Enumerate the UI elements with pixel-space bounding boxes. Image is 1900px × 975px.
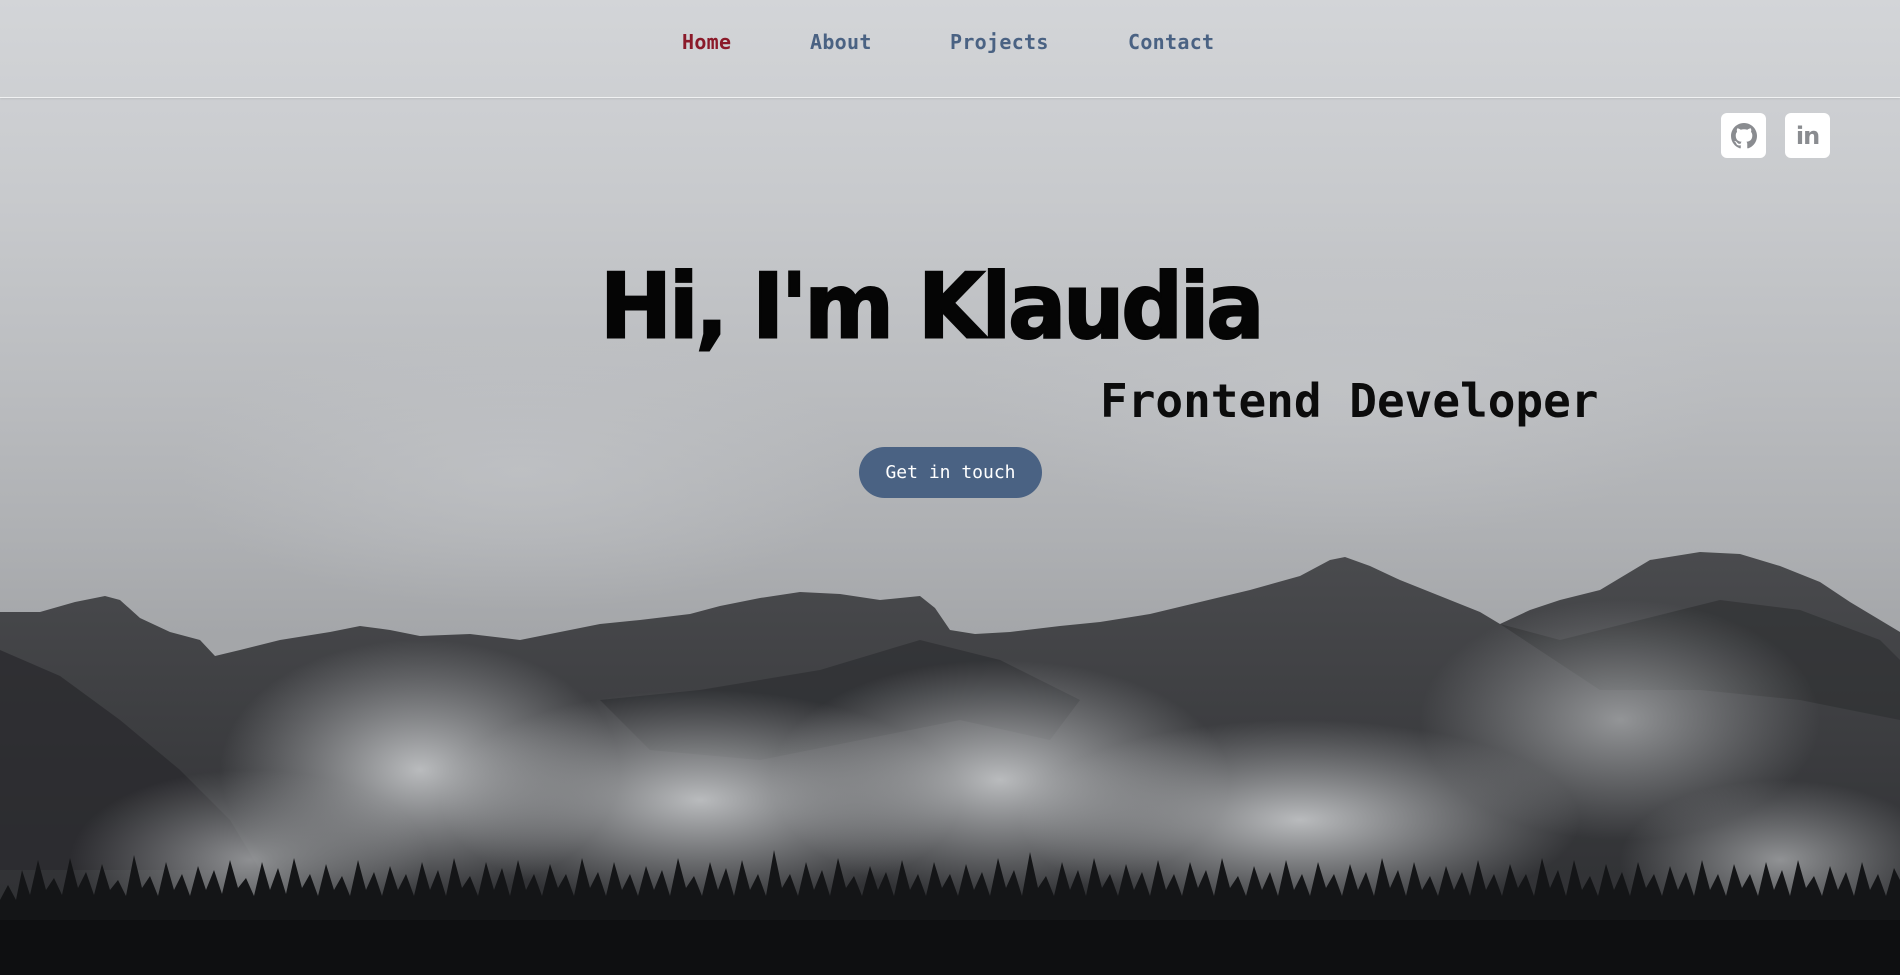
nav-link-home[interactable]: Home	[682, 30, 731, 54]
github-link[interactable]	[1721, 113, 1766, 158]
github-icon	[1730, 122, 1757, 148]
hero-subtitle: Frontend Developer	[1100, 374, 1599, 428]
top-navbar: Home About Projects Contact	[0, 0, 1900, 98]
hero-section: Home About Projects Contact in Hi, I'm K…	[0, 0, 1900, 975]
linkedin-link[interactable]: in	[1785, 113, 1830, 158]
hero-headline: Hi, I'm Klaudia	[599, 254, 1265, 360]
nav-link-contact[interactable]: Contact	[1128, 30, 1214, 54]
get-in-touch-button[interactable]: Get in touch	[859, 447, 1042, 498]
nav-link-about[interactable]: About	[810, 30, 872, 54]
nav-link-projects[interactable]: Projects	[950, 30, 1049, 54]
linkedin-icon: in	[1795, 121, 1820, 150]
